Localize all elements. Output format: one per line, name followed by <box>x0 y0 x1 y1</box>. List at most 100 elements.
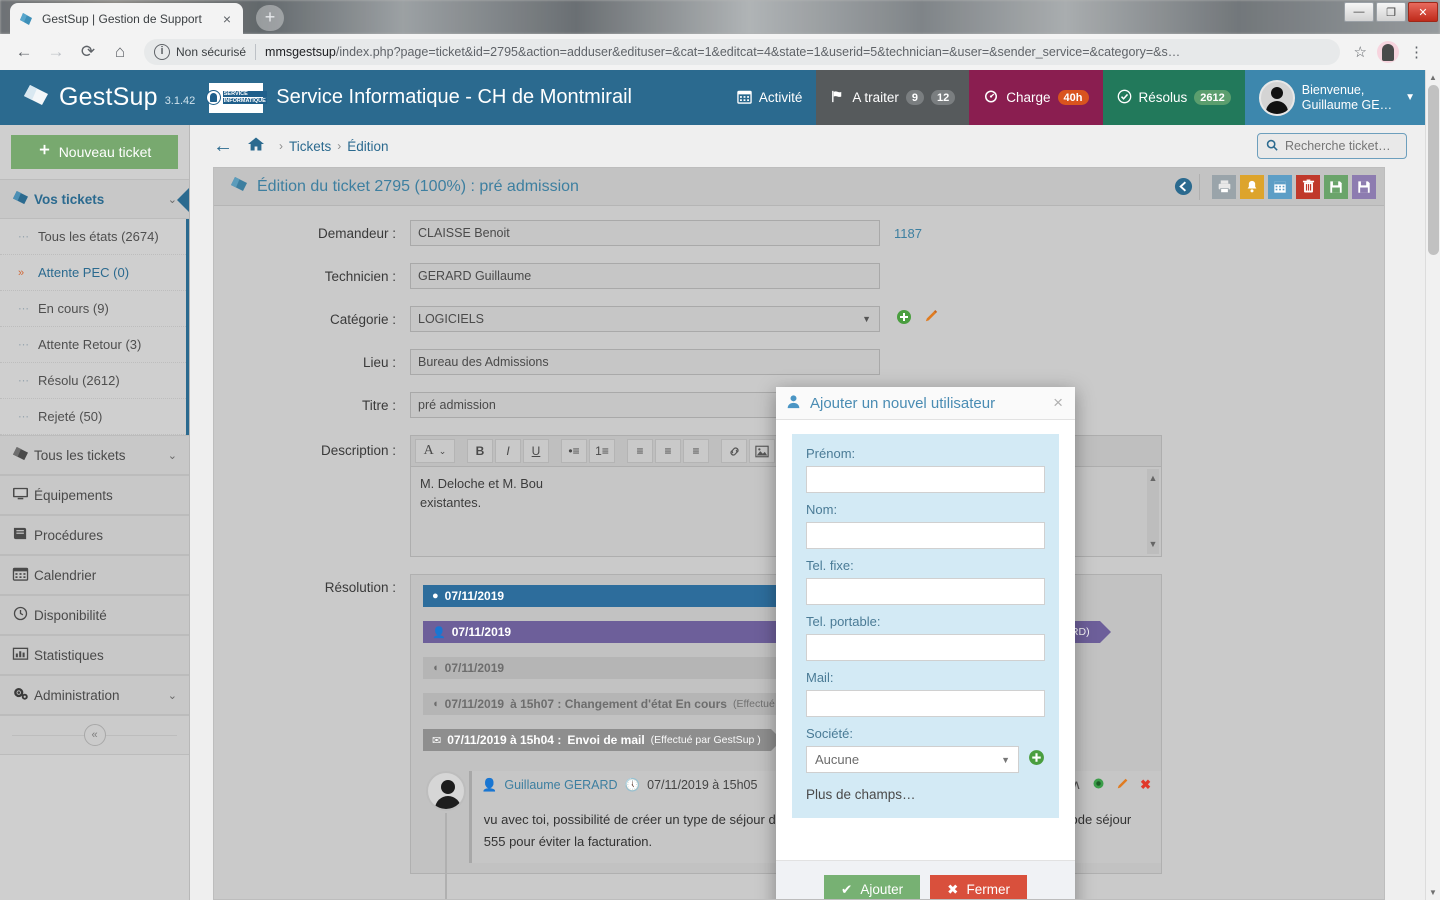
field-row-lieu: Lieu : Bureau des Admissions <box>214 349 1384 375</box>
arrow-left-icon[interactable]: ← <box>213 135 233 158</box>
sidebar-item-procedures[interactable]: Procédures <box>0 515 189 555</box>
align-left-button[interactable]: ≡ <box>627 439 653 463</box>
sidebar-item-statistiques[interactable]: Statistiques <box>0 635 189 675</box>
align-justify-button[interactable]: ≡ <box>683 439 709 463</box>
ticket-icon <box>12 190 34 209</box>
timeline-item[interactable]: ✉ 07/11/2019 à 15h04 : Envoi de mail (Ef… <box>423 729 782 751</box>
societe-row: Aucune ▼ <box>806 746 1045 773</box>
demandeur-id-link[interactable]: 1187 <box>894 226 922 241</box>
technicien-field[interactable]: GERARD Guillaume <box>410 263 880 289</box>
new-ticket-button[interactable]: Nouveau ticket <box>11 135 178 169</box>
browser-back-icon[interactable]: ← <box>10 38 38 66</box>
ticket-icon <box>230 176 248 197</box>
brand[interactable]: GestSup 3.1.42 <box>0 83 195 112</box>
font-button[interactable]: A ⌄ <box>415 439 455 463</box>
lieu-field[interactable]: Bureau des Admissions <box>410 349 880 375</box>
societe-select[interactable]: Aucune ▼ <box>806 746 1019 773</box>
delete-icon[interactable]: ✖ <box>1140 777 1151 793</box>
sidebar-item-calendrier[interactable]: Calendrier <box>0 555 189 595</box>
browser-home-icon[interactable]: ⌂ <box>106 38 134 66</box>
browser-menu-icon[interactable]: ⋮ <box>1403 43 1430 61</box>
window-close-button[interactable]: ✕ <box>1408 2 1438 22</box>
sidebar-item-tous-les-etats[interactable]: ⋯ Tous les états (2674) <box>0 219 186 255</box>
demandeur-field[interactable]: CLAISSE Benoit <box>410 220 880 246</box>
add-user-button[interactable]: ✔ Ajouter <box>824 874 921 899</box>
more-fields-link[interactable]: Plus de champs… <box>806 787 1045 802</box>
save-button[interactable] <box>1324 174 1348 199</box>
sidebar-item-attente-pec-label: Attente PEC (0) <box>38 265 130 280</box>
info-icon[interactable]: i <box>154 44 170 60</box>
chevron-down-icon[interactable]: ▼ <box>1405 92 1415 103</box>
breadcrumb-item-tickets[interactable]: Tickets <box>289 139 331 154</box>
categorie-select[interactable]: LOGICIELS ▼ <box>410 306 880 332</box>
edit-category-icon[interactable] <box>924 310 939 328</box>
comment-author[interactable]: Guillaume GERARD <box>504 778 617 792</box>
notify-bell-button[interactable] <box>1240 174 1264 199</box>
nom-field[interactable] <box>806 522 1045 549</box>
prenom-field[interactable] <box>806 466 1045 493</box>
scroll-up-icon[interactable]: ▲ <box>1426 70 1440 85</box>
save-as-button[interactable] <box>1352 174 1376 199</box>
header-menu-activite[interactable]: Activité <box>722 70 817 125</box>
window-maximize-button[interactable]: ❐ <box>1376 2 1406 22</box>
list-ol-button[interactable]: 1≡ <box>589 439 615 463</box>
search-ticket-input[interactable]: Recherche ticket… <box>1257 133 1407 159</box>
sidebar-group-administration[interactable]: Administration ⌄ <box>0 675 189 715</box>
calendar-button[interactable] <box>1268 174 1292 199</box>
sidebar-group-vos-tickets[interactable]: Vos tickets ⌄ <box>0 179 189 219</box>
browser-profile-avatar[interactable] <box>1377 41 1399 63</box>
comment-timestamp: 07/11/2019 à 15h05 <box>647 778 758 792</box>
scrollbar-thumb[interactable] <box>1428 85 1439 255</box>
sidebar-collapse-button[interactable]: « <box>83 724 106 746</box>
header-menu-atraiter[interactable]: A traiter 9 12 <box>816 70 970 125</box>
page-scrollbar[interactable]: ▲ ▼ <box>1425 70 1440 900</box>
bold-button[interactable]: B <box>467 439 493 463</box>
address-bar[interactable]: i Non sécurisé mmsgestsup/index.php?page… <box>144 39 1340 65</box>
header-user-menu[interactable]: Bienvenue, Guillaume GE… ▼ <box>1244 70 1425 125</box>
tel-fixe-field[interactable] <box>806 578 1045 605</box>
editor-scrollbar[interactable]: ▲ ▼ <box>1147 469 1159 554</box>
home-icon[interactable] <box>247 136 265 157</box>
print-button[interactable] <box>1212 174 1236 199</box>
tab-close-icon[interactable]: × <box>219 11 235 27</box>
close-icon[interactable]: × <box>1051 393 1065 413</box>
header-menu-resolus[interactable]: Résolus 2612 <box>1102 70 1245 125</box>
scroll-down-icon[interactable]: ▼ <box>1426 885 1440 900</box>
edit-icon[interactable] <box>1116 777 1130 794</box>
browser-reload-icon[interactable]: ⟳ <box>74 38 102 66</box>
sidebar-item-disponibilite[interactable]: Disponibilité <box>0 595 189 635</box>
new-tab-button[interactable]: + <box>256 5 284 31</box>
add-category-icon[interactable] <box>896 309 912 329</box>
scroll-down-icon[interactable]: ▼ <box>1147 535 1159 554</box>
sidebar-group-tous-les-tickets[interactable]: Tous les tickets ⌄ <box>0 435 189 475</box>
brand-name: GestSup <box>59 83 158 111</box>
sidebar-item-resolu[interactable]: ⋯ Résolu (2612) <box>0 363 186 399</box>
breadcrumb-item-edition[interactable]: Édition <box>347 139 388 154</box>
sidebar-item-attente-pec[interactable]: » Attente PEC (0) <box>0 255 186 291</box>
visibility-icon[interactable] <box>1091 777 1106 793</box>
browser-tab[interactable]: GestSup | Gestion de Support × <box>10 3 243 34</box>
tel-portable-field[interactable] <box>806 634 1045 661</box>
window-minimize-button[interactable]: — <box>1344 2 1374 22</box>
close-modal-button[interactable]: ✖ Fermer <box>930 874 1027 899</box>
add-societe-icon[interactable] <box>1028 749 1045 771</box>
org-logo-line2: INFORMATIQUE <box>222 97 267 104</box>
list-ul-button[interactable]: •≡ <box>561 439 587 463</box>
align-center-button[interactable]: ≡ <box>655 439 681 463</box>
scroll-up-icon[interactable]: ▲ <box>1147 469 1159 488</box>
sidebar-item-equipements[interactable]: Équipements <box>0 475 189 515</box>
underline-button[interactable]: U <box>523 439 549 463</box>
mail-field[interactable] <box>806 690 1045 717</box>
sidebar-item-rejete[interactable]: ⋯ Rejeté (50) <box>0 399 186 435</box>
sidebar-item-attente-retour[interactable]: ⋯ Attente Retour (3) <box>0 327 186 363</box>
header-menu-charge[interactable]: Charge 40h <box>969 70 1103 125</box>
bookmark-star-icon[interactable]: ☆ <box>1348 43 1373 61</box>
image-button[interactable] <box>749 439 775 463</box>
delete-button[interactable] <box>1296 174 1320 199</box>
back-button[interactable] <box>1171 175 1195 199</box>
link-button[interactable] <box>721 439 747 463</box>
browser-forward-icon[interactable]: → <box>42 38 70 66</box>
tree-dash-icon: ⋯ <box>18 411 29 423</box>
sidebar-item-en-cours[interactable]: ⋯ En cours (9) <box>0 291 186 327</box>
italic-button[interactable]: I <box>495 439 521 463</box>
